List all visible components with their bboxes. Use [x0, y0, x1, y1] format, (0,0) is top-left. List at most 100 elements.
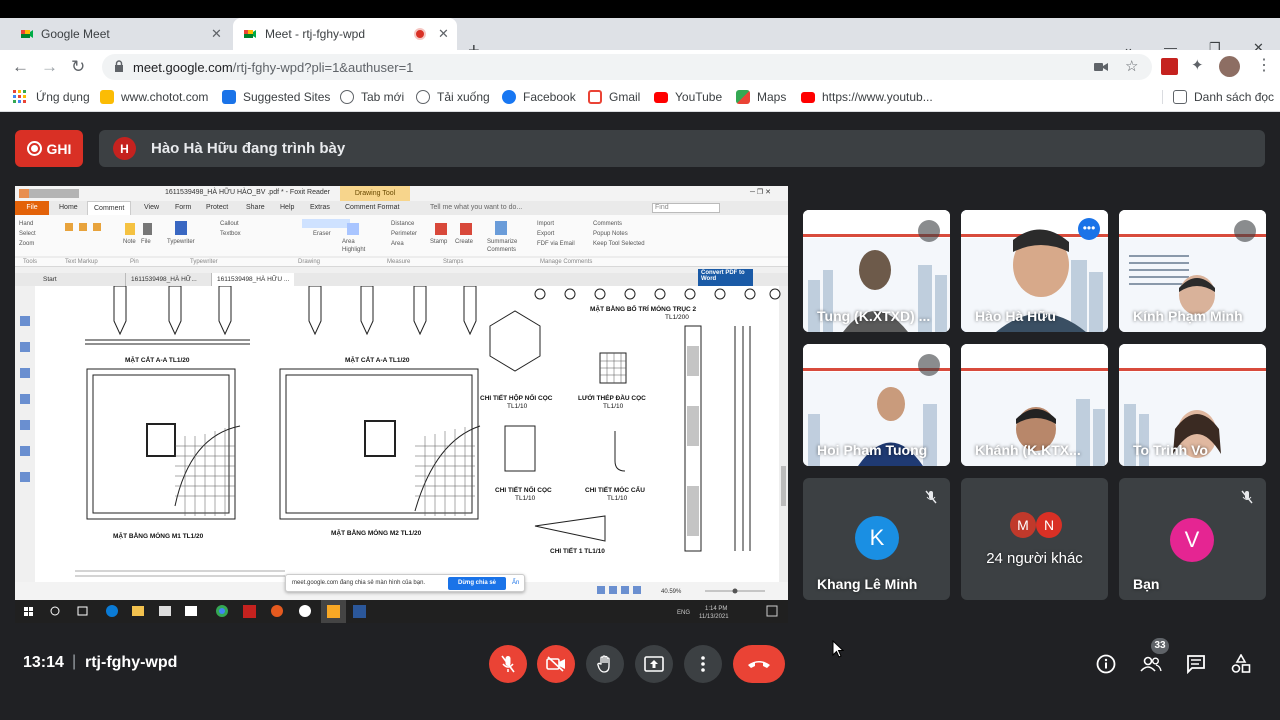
svg-text:Popup Notes: Popup Notes — [593, 231, 628, 237]
more-options-button[interactable] — [684, 645, 722, 683]
back-button[interactable]: ← — [12, 57, 29, 77]
ribbon-tab-home[interactable]: Home — [59, 204, 78, 211]
people-button[interactable] — [1140, 653, 1162, 675]
bookmark-tai-xuong[interactable]: Tải xuống — [416, 90, 490, 104]
window-controls-icon[interactable]: ─ ❐ ✕ — [750, 188, 771, 196]
chat-button[interactable] — [1185, 653, 1207, 675]
bookmark-facebook[interactable]: Facebook — [502, 90, 576, 104]
camera-toggle-button[interactable] — [537, 645, 575, 683]
tab-strip: Google Meet ✕ Meet - rtj-fghy-wpd ✕ + ⌄ … — [0, 18, 1280, 62]
profile-avatar[interactable] — [1219, 56, 1240, 77]
bookmark-suggested-sites[interactable]: Suggested Sites — [222, 90, 330, 104]
meeting-clock: 13:14 — [23, 654, 64, 671]
close-tab-icon[interactable]: ✕ — [438, 26, 449, 42]
doc-tab-start[interactable]: Start — [43, 276, 57, 283]
participant-tile[interactable]: Khánh (K.KTX... — [961, 344, 1108, 466]
doc-tab[interactable]: 1611539498_HÀ HỮ... — [125, 273, 202, 286]
more-options-icon[interactable]: ••• — [1078, 218, 1100, 240]
others-tile[interactable]: M N 24 người khác — [961, 478, 1108, 600]
ribbon-tab-comment[interactable]: Comment — [87, 201, 132, 215]
foxit-document-tabs: Start 1611539498_HÀ HỮ... 1611539498_HÀ … — [15, 269, 788, 286]
participant-name: Bạn — [1133, 576, 1160, 592]
drawing-label: LƯỚI THÉP ĐẦU CỌC — [578, 392, 646, 402]
forward-button[interactable]: → — [41, 57, 58, 77]
recording-button[interactable]: GHI — [15, 130, 83, 167]
drawing-label: CHI TIẾT 1 TL1/10 — [550, 545, 605, 555]
svg-text:Tools: Tools — [23, 259, 37, 265]
leave-call-button[interactable] — [733, 645, 785, 683]
chotot-icon — [100, 90, 114, 104]
bookmarks-bar: Ứng dụng www.chotot.com Suggested Sites … — [0, 84, 1280, 112]
meeting-details-button[interactable] — [1095, 653, 1117, 675]
svg-text:Distance: Distance — [391, 221, 415, 227]
bookmark-youtube[interactable]: YouTube — [654, 90, 722, 104]
bookmark-label: YouTube — [675, 90, 723, 104]
microphone-toggle-button[interactable] — [489, 645, 527, 683]
extensions-icon[interactable]: ✦ — [1191, 56, 1204, 74]
self-tile[interactable]: V Bạn — [1119, 478, 1266, 600]
ribbon-tab-comment-format[interactable]: Comment Format — [345, 204, 399, 211]
raise-hand-button[interactable] — [586, 645, 624, 683]
bookmark-maps[interactable]: Maps — [736, 90, 786, 104]
doc-tab-active[interactable]: 1611539498_HÀ HỮU ... — [211, 273, 295, 286]
bookmark-tab-moi[interactable]: Tab mới — [340, 90, 404, 104]
participant-tile-active-speaker[interactable]: ••• Hào Hà Hữu — [961, 210, 1108, 332]
tell-me-search[interactable]: Tell me what you want to do... — [430, 204, 522, 211]
participant-tile[interactable]: K Khang Lê Minh — [803, 478, 950, 600]
address-toolbar: ← → ↻ meet.google.com/rtj-fghy-wpd?pli=1… — [0, 50, 1280, 84]
tab-google-meet[interactable]: Google Meet ✕ — [0, 18, 232, 50]
bookmark-chotot[interactable]: www.chotot.com — [100, 90, 208, 104]
url-path: /rtj-fghy-wpd?pli=1&authuser=1 — [232, 60, 414, 75]
chat-icon — [1187, 655, 1205, 674]
muted-mic-icon — [1234, 220, 1256, 242]
participant-tile[interactable]: Kính Phạm Minh — [1119, 210, 1266, 332]
close-tab-icon[interactable]: ✕ — [211, 26, 222, 42]
bookmark-gmail[interactable]: Gmail — [588, 90, 640, 104]
find-input[interactable]: Find — [652, 203, 720, 213]
camera-in-use-icon[interactable] — [1094, 62, 1108, 72]
participant-tile[interactable]: Hoi Pham Tuong — [803, 344, 950, 466]
ribbon-tools-graphic: Hand Select Zoom Note File Typewriter Callo… — [15, 219, 788, 265]
svg-text:Perimeter: Perimeter — [391, 231, 417, 237]
participant-tile[interactable]: To Trinh Vo — [1119, 344, 1266, 466]
svg-text:Comments: Comments — [593, 221, 622, 227]
ribbon-tab-form[interactable]: Form — [175, 204, 191, 211]
ribbon-tab-view[interactable]: View — [144, 204, 159, 211]
svg-text:Comments: Comments — [487, 247, 516, 253]
participant-tile[interactable]: Tung (K.XTXD) ... — [803, 210, 950, 332]
ribbon-tab-help[interactable]: Help — [280, 204, 294, 211]
pile-shape — [308, 285, 322, 336]
drawing-tool-context-tab[interactable]: Drawing Tool — [340, 186, 410, 201]
address-bar[interactable]: meet.google.com/rtj-fghy-wpd?pli=1&authu… — [102, 54, 1152, 80]
self-avatar: V — [1170, 518, 1214, 562]
bookmark-star-icon[interactable]: ☆ — [1125, 57, 1138, 75]
reading-list[interactable]: Danh sách đọc — [1162, 90, 1274, 104]
ribbon-tab-extras[interactable]: Extras — [310, 204, 330, 211]
bookmark-label: Suggested Sites — [243, 90, 331, 104]
bookmark-youtube-link[interactable]: https://www.youtub... — [801, 90, 933, 104]
ribbon-tab-file[interactable]: File — [15, 201, 49, 215]
convert-pdf-to-word-banner[interactable]: Convert PDF to Word — [698, 269, 753, 286]
taskbar-clock-time: 1:14 PM — [705, 606, 727, 612]
screen-share-notice: meet.google.com đang chia sẻ màn hình củ… — [285, 574, 525, 592]
grid-axis-bubble — [769, 288, 781, 300]
present-now-button[interactable] — [635, 645, 673, 683]
grid-axis-bubble — [654, 288, 666, 300]
participant-name: Hoi Pham Tuong — [817, 442, 928, 458]
tab-meet-active[interactable]: Meet - rtj-fghy-wpd ✕ — [233, 18, 457, 50]
activities-button[interactable] — [1230, 653, 1252, 675]
bookmark-apps[interactable]: Ứng dụng — [12, 90, 90, 104]
chrome-menu-icon[interactable]: ⋮ — [1256, 55, 1272, 75]
reload-button[interactable]: ↻ — [71, 57, 85, 77]
bookmark-label: Ứng dụng — [36, 90, 90, 104]
activities-icon — [1231, 654, 1251, 673]
hide-notice-button[interactable]: Ẩn — [512, 580, 519, 586]
pdf-extension-icon[interactable] — [1161, 58, 1178, 75]
record-icon — [26, 141, 42, 156]
ribbon-tab-share[interactable]: Share — [246, 204, 265, 211]
more-vert-icon — [701, 656, 705, 672]
bookmark-label: Maps — [757, 90, 787, 104]
participant-name: Hào Hà Hữu — [975, 308, 1056, 324]
ribbon-tab-protect[interactable]: Protect — [206, 204, 228, 211]
stop-sharing-button[interactable]: Dừng chia sẻ — [448, 577, 506, 590]
